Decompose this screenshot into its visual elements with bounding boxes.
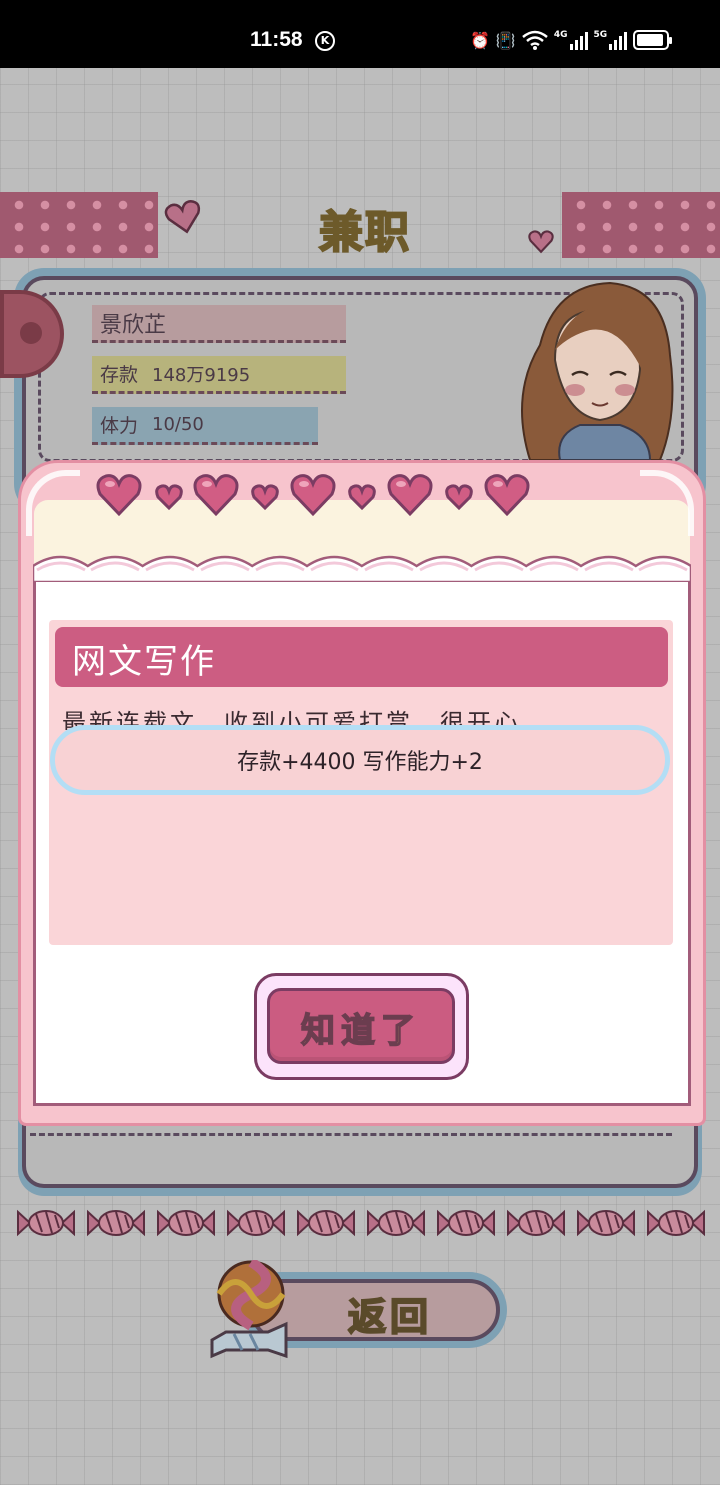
candy-icon [297, 1209, 355, 1237]
candy-icon [87, 1209, 145, 1237]
hearts-decoration-row [96, 474, 530, 517]
candy-icon [437, 1209, 495, 1237]
profile-name-field: 景欣芷 [92, 305, 346, 343]
heart-decoration-icon [164, 199, 201, 234]
back-button-label[interactable]: 返回 [300, 1286, 480, 1341]
candy-icon [577, 1209, 635, 1237]
candy-icon [157, 1209, 215, 1237]
alarm-icon: ⏰ [470, 30, 490, 50]
polka-tape-right [562, 192, 720, 258]
heart-decoration-icon [528, 230, 554, 254]
confirm-button-label[interactable]: 知道了 [267, 1003, 455, 1052]
candy-icon [367, 1209, 425, 1237]
vibrate-icon: 📳 [495, 30, 516, 50]
divider [30, 1133, 672, 1136]
job-title: 网文写作 [72, 642, 216, 682]
candy-decoration-row [16, 1206, 706, 1242]
profile-name: 景欣芷 [100, 312, 167, 338]
stamina-label: 体力 [100, 415, 139, 437]
5g-signal-icon: 5G [594, 30, 628, 50]
profile-money-field: 存款 148万9195 [92, 356, 346, 394]
candy-icon [507, 1209, 565, 1237]
stamina-value: 10/50 [152, 414, 204, 435]
wifi-icon [522, 30, 548, 50]
4g-signal-icon: 4G [554, 30, 588, 50]
battery-icon [633, 30, 673, 50]
status-time: 11:58 [250, 28, 303, 51]
status-time-badge: K [315, 31, 335, 51]
money-label: 存款 [100, 364, 139, 386]
lollipop-icon [210, 1260, 288, 1359]
profile-stamina-field: 体力 10/50 [92, 407, 318, 445]
page-title: 兼职 [318, 206, 411, 259]
candy-icon [647, 1209, 705, 1237]
reward-text: 存款+4400 写作能力+2 [237, 750, 483, 775]
character-avatar [521, 281, 674, 461]
side-tab-dot [20, 322, 42, 344]
polka-tape-left [0, 192, 158, 258]
scallop-edge [33, 555, 691, 582]
money-value: 148万9195 [152, 364, 251, 386]
status-icons: ⏰ 📳 4G 5G [470, 26, 673, 54]
candy-icon [17, 1209, 75, 1237]
candy-icon [227, 1209, 285, 1237]
